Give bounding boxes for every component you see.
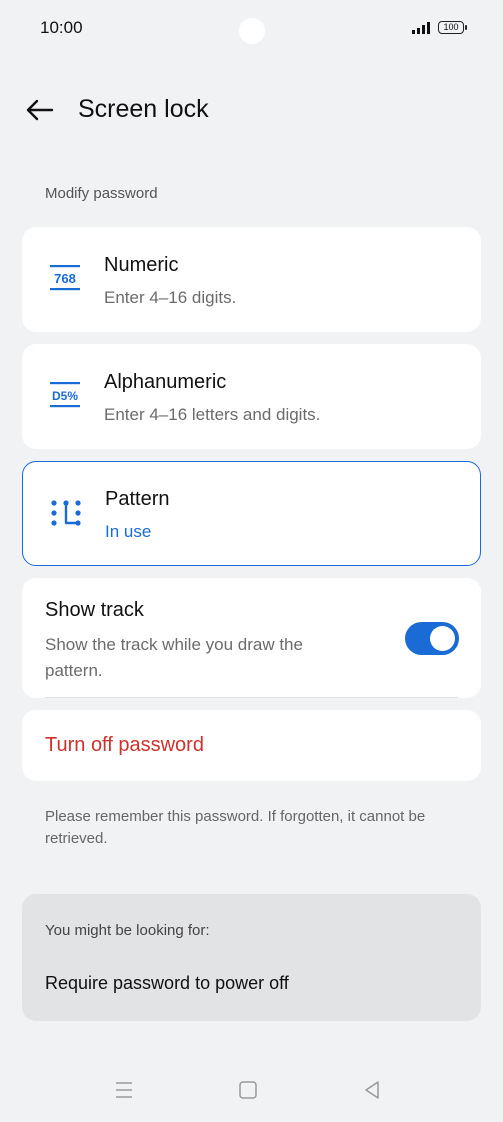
toggle-knob [430, 626, 455, 651]
alphanumeric-icon: D5% [50, 382, 80, 408]
battery-icon: 100 [438, 21, 467, 34]
section-label: Modify password [45, 185, 158, 202]
status-bar: 10:00 100 [0, 0, 503, 56]
back-arrow-icon[interactable] [22, 94, 58, 126]
suggestion-require-password-power-off[interactable]: Require password to power off [45, 973, 289, 994]
option-subtitle-in-use: In use [105, 522, 152, 541]
password-note: Please remember this password. If forgot… [45, 808, 426, 847]
app-header: Screen lock [0, 86, 503, 136]
numeric-icon: 768 [50, 265, 80, 291]
turn-off-password-label: Turn off password [45, 734, 204, 756]
alphanumeric-icon-text: D5% [52, 389, 78, 403]
show-track-description: Show the track while you draw the patter… [45, 635, 303, 680]
option-title: Pattern [105, 488, 170, 510]
option-alphanumeric[interactable]: D5% Alphanumeric Enter 4–16 letters and … [22, 344, 481, 449]
back-icon[interactable] [360, 1078, 384, 1102]
page-title: Screen lock [78, 95, 209, 123]
navigation-bar [0, 1070, 503, 1110]
camera-cutout [239, 18, 265, 44]
option-title: Alphanumeric [104, 371, 227, 393]
signal-icon [412, 22, 430, 34]
suggestions-label: You might be looking for: [45, 922, 210, 939]
option-title: Numeric [104, 254, 179, 276]
option-subtitle: Enter 4–16 digits. [104, 288, 237, 307]
show-track-title: Show track [45, 599, 144, 621]
show-track-row: Show track Show the track while you draw… [22, 578, 481, 698]
menu-icon[interactable] [112, 1078, 136, 1102]
option-pattern[interactable]: Pattern In use [22, 461, 481, 566]
suggestions-panel: You might be looking for: Require passwo… [22, 894, 481, 1021]
option-subtitle: Enter 4–16 letters and digits. [104, 405, 321, 424]
numeric-icon-text: 768 [54, 271, 76, 286]
option-numeric[interactable]: 768 Numeric Enter 4–16 digits. [22, 227, 481, 332]
show-track-toggle[interactable] [405, 622, 459, 655]
status-time: 10:00 [40, 18, 83, 37]
divider [45, 697, 458, 698]
pattern-icon [51, 500, 81, 526]
home-icon[interactable] [236, 1078, 260, 1102]
turn-off-password-button[interactable]: Turn off password [22, 710, 481, 781]
